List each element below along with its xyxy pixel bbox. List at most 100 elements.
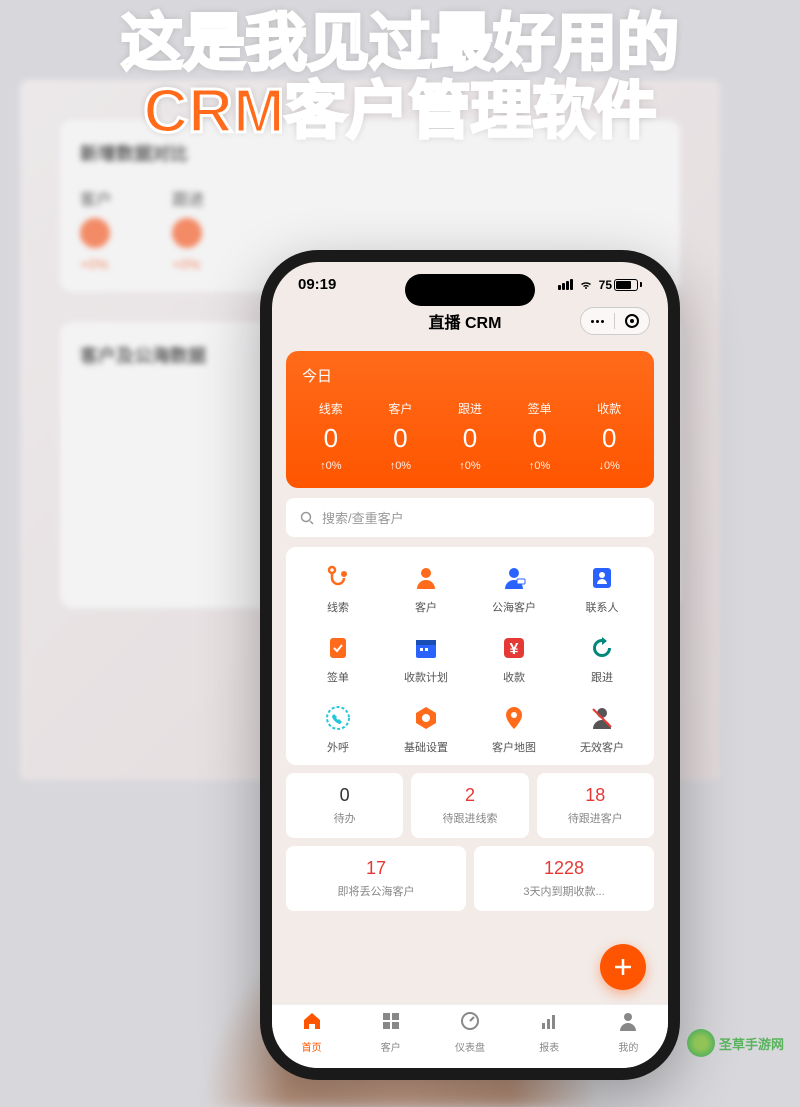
phone-frame: 09:19 75 直播 CRM 今日 线索 0 xyxy=(260,250,680,1080)
grid-item-clipboard-check[interactable]: 签单 xyxy=(294,633,382,685)
tile-3[interactable]: 17 即将丢公海客户 xyxy=(286,846,466,911)
grid-label: 收款计划 xyxy=(382,669,470,685)
tab-grid[interactable]: 客户 xyxy=(351,1005,430,1060)
tab-user[interactable]: 我的 xyxy=(589,1005,668,1060)
grid-item-contact[interactable]: 联系人 xyxy=(558,563,646,615)
tab-home[interactable]: 首页 xyxy=(272,1005,351,1060)
tile-2[interactable]: 18 待跟进客户 xyxy=(537,773,654,838)
pin-icon xyxy=(499,703,529,733)
tile-value: 18 xyxy=(545,785,646,806)
tile-value: 0 xyxy=(294,785,395,806)
grid-item-person[interactable]: 客户 xyxy=(382,563,470,615)
promo-headline: 这是我见过最好用的 CRM客户管理软件 xyxy=(0,10,800,146)
tile-label: 3天内到期收款... xyxy=(482,883,646,899)
grid-label: 基础设置 xyxy=(382,739,470,755)
stat-value: 0 xyxy=(435,423,505,454)
stat-delta: ↓0% xyxy=(574,460,644,472)
tile-0[interactable]: 0 待办 xyxy=(286,773,403,838)
stat-label: 签单 xyxy=(505,400,575,417)
tab-label: 我的 xyxy=(618,1039,638,1054)
grid-item-phone-out[interactable]: 外呼 xyxy=(294,703,382,755)
stethoscope-icon xyxy=(323,563,353,593)
add-button[interactable] xyxy=(600,944,646,990)
stat-delta: ↑0% xyxy=(435,460,505,472)
clipboard-check-icon xyxy=(323,633,353,663)
stat-delta: ↑0% xyxy=(296,460,366,472)
grid-label: 签单 xyxy=(294,669,382,685)
person-icon xyxy=(411,563,441,593)
tile-label: 待办 xyxy=(294,810,395,826)
grid-label: 公海客户 xyxy=(470,599,558,615)
stat-delta: ↑0% xyxy=(505,460,575,472)
notch xyxy=(405,274,535,306)
status-time: 09:19 xyxy=(298,276,336,293)
tile-value: 2 xyxy=(419,785,520,806)
tab-dashboard[interactable]: 仪表盘 xyxy=(430,1005,509,1060)
user-icon xyxy=(618,1011,638,1036)
tile-1[interactable]: 2 待跟进线索 xyxy=(411,773,528,838)
miniapp-capsule[interactable] xyxy=(580,307,650,335)
grid-label: 客户地图 xyxy=(470,739,558,755)
wifi-icon xyxy=(578,279,594,291)
stat-label: 客户 xyxy=(366,400,436,417)
stat-value: 0 xyxy=(296,423,366,454)
contact-icon xyxy=(587,563,617,593)
close-miniapp-icon[interactable] xyxy=(625,314,639,328)
grid-item-person-void[interactable]: 无效客户 xyxy=(558,703,646,755)
tab-bar: 首页 客户 仪表盘 报表 我的 xyxy=(272,1004,668,1068)
stat-item-0[interactable]: 线索 0 ↑0% xyxy=(296,400,366,472)
tab-label: 仪表盘 xyxy=(455,1039,485,1054)
dashboard-icon xyxy=(460,1011,480,1036)
summary-tiles: 0 待办2 待跟进线索18 待跟进客户17 即将丢公海客户1228 3天内到期收… xyxy=(286,773,654,911)
grid-item-calendar[interactable]: 收款计划 xyxy=(382,633,470,685)
signal-icon xyxy=(558,279,573,290)
tile-4[interactable]: 1228 3天内到期收款... xyxy=(474,846,654,911)
feature-grid: 线索 客户 公海客户 联系人 签单 收款计划¥ 收款 跟进 外呼 基础设置 客户… xyxy=(286,547,654,765)
tile-label: 待跟进线索 xyxy=(419,810,520,826)
tile-value: 1228 xyxy=(482,858,646,879)
watermark-logo-icon xyxy=(687,1029,715,1057)
stat-value: 0 xyxy=(505,423,575,454)
person-public-icon xyxy=(499,563,529,593)
grid-label: 外呼 xyxy=(294,739,382,755)
stat-item-4[interactable]: 收款 0 ↓0% xyxy=(574,400,644,472)
stat-label: 线索 xyxy=(296,400,366,417)
grid-item-gear-hex[interactable]: 基础设置 xyxy=(382,703,470,755)
person-void-icon xyxy=(587,703,617,733)
stat-label: 跟进 xyxy=(435,400,505,417)
grid-label: 无效客户 xyxy=(558,739,646,755)
search-placeholder: 搜索/查重客户 xyxy=(322,508,404,527)
grid-item-stethoscope[interactable]: 线索 xyxy=(294,563,382,615)
grid-item-pin[interactable]: 客户地图 xyxy=(470,703,558,755)
stat-item-3[interactable]: 签单 0 ↑0% xyxy=(505,400,575,472)
grid-label: 客户 xyxy=(382,599,470,615)
grid-label: 线索 xyxy=(294,599,382,615)
refresh-icon xyxy=(587,633,617,663)
tab-label: 报表 xyxy=(539,1039,559,1054)
stat-item-1[interactable]: 客户 0 ↑0% xyxy=(366,400,436,472)
today-summary-card: 今日 线索 0 ↑0%客户 0 ↑0%跟进 0 ↑0%签单 0 ↑0%收款 0 … xyxy=(286,351,654,488)
svg-text:¥: ¥ xyxy=(510,641,519,658)
grid-item-person-public[interactable]: 公海客户 xyxy=(470,563,558,615)
grid-label: 收款 xyxy=(470,669,558,685)
calendar-icon xyxy=(411,633,441,663)
search-icon xyxy=(300,511,314,525)
tab-label: 客户 xyxy=(381,1039,401,1054)
battery-icon: 75 xyxy=(599,278,642,292)
stat-value: 0 xyxy=(574,423,644,454)
today-label: 今日 xyxy=(296,365,644,386)
plus-icon xyxy=(613,957,633,977)
stat-delta: ↑0% xyxy=(366,460,436,472)
tile-label: 待跟进客户 xyxy=(545,810,646,826)
gear-hex-icon xyxy=(411,703,441,733)
grid-icon xyxy=(381,1011,401,1036)
stat-item-2[interactable]: 跟进 0 ↑0% xyxy=(435,400,505,472)
grid-item-refresh[interactable]: 跟进 xyxy=(558,633,646,685)
tab-report[interactable]: 报表 xyxy=(510,1005,589,1060)
search-input[interactable]: 搜索/查重客户 xyxy=(286,498,654,537)
report-icon xyxy=(539,1011,559,1036)
app-title: 直播 CRM xyxy=(429,309,502,333)
grid-item-yen[interactable]: ¥ 收款 xyxy=(470,633,558,685)
more-icon[interactable] xyxy=(591,320,604,323)
tab-label: 首页 xyxy=(302,1039,322,1054)
